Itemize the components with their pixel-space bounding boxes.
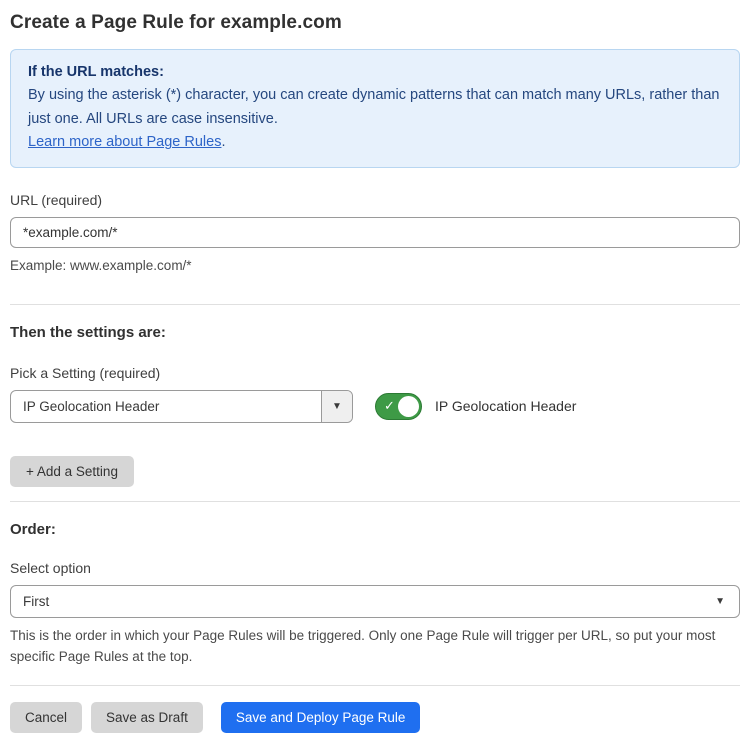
- info-box-link-line: Learn more about Page Rules.: [28, 131, 722, 154]
- divider: [10, 501, 740, 502]
- setting-toggle[interactable]: ✓: [375, 393, 422, 420]
- url-label: URL (required): [10, 192, 740, 208]
- chevron-down-icon: ▼: [332, 401, 342, 412]
- setting-select-value: IP Geolocation Header: [11, 391, 321, 422]
- pick-setting-label: Pick a Setting (required): [10, 365, 740, 381]
- cancel-button[interactable]: Cancel: [10, 702, 82, 733]
- save-draft-button[interactable]: Save as Draft: [91, 702, 203, 733]
- link-suffix: .: [221, 134, 225, 150]
- divider: [10, 304, 740, 305]
- learn-more-link[interactable]: Learn more about Page Rules: [28, 134, 221, 150]
- url-helper-text: Example: www.example.com/*: [10, 255, 740, 277]
- chevron-down-icon: ▼: [715, 596, 725, 607]
- setting-select-arrow-button[interactable]: ▼: [321, 391, 352, 422]
- setting-select[interactable]: IP Geolocation Header ▼: [10, 390, 353, 423]
- page-rule-form: Create a Page Rule for example.com If th…: [0, 0, 750, 733]
- add-setting-button[interactable]: + Add a Setting: [10, 456, 134, 487]
- toggle-label: IP Geolocation Header: [435, 398, 576, 414]
- order-helper-text: This is the order in which your Page Rul…: [10, 625, 740, 668]
- footer-actions: Cancel Save as Draft Save and Deploy Pag…: [10, 702, 740, 733]
- settings-section-heading: Then the settings are:: [10, 324, 740, 341]
- toggle-knob: [398, 396, 419, 417]
- check-icon: ✓: [384, 399, 395, 412]
- order-select[interactable]: First ▼: [10, 585, 740, 618]
- url-input[interactable]: [10, 217, 740, 248]
- url-match-info-box: If the URL matches: By using the asteris…: [10, 49, 740, 168]
- order-select-label: Select option: [10, 560, 740, 576]
- page-title: Create a Page Rule for example.com: [10, 0, 740, 34]
- info-box-body: By using the asterisk (*) character, you…: [28, 84, 722, 131]
- order-section-heading: Order:: [10, 521, 740, 538]
- save-deploy-button[interactable]: Save and Deploy Page Rule: [221, 702, 421, 733]
- order-select-value: First: [23, 594, 49, 609]
- info-box-heading: If the URL matches:: [28, 61, 722, 84]
- divider: [10, 685, 740, 686]
- setting-row: IP Geolocation Header ▼ ✓ IP Geolocation…: [10, 390, 740, 423]
